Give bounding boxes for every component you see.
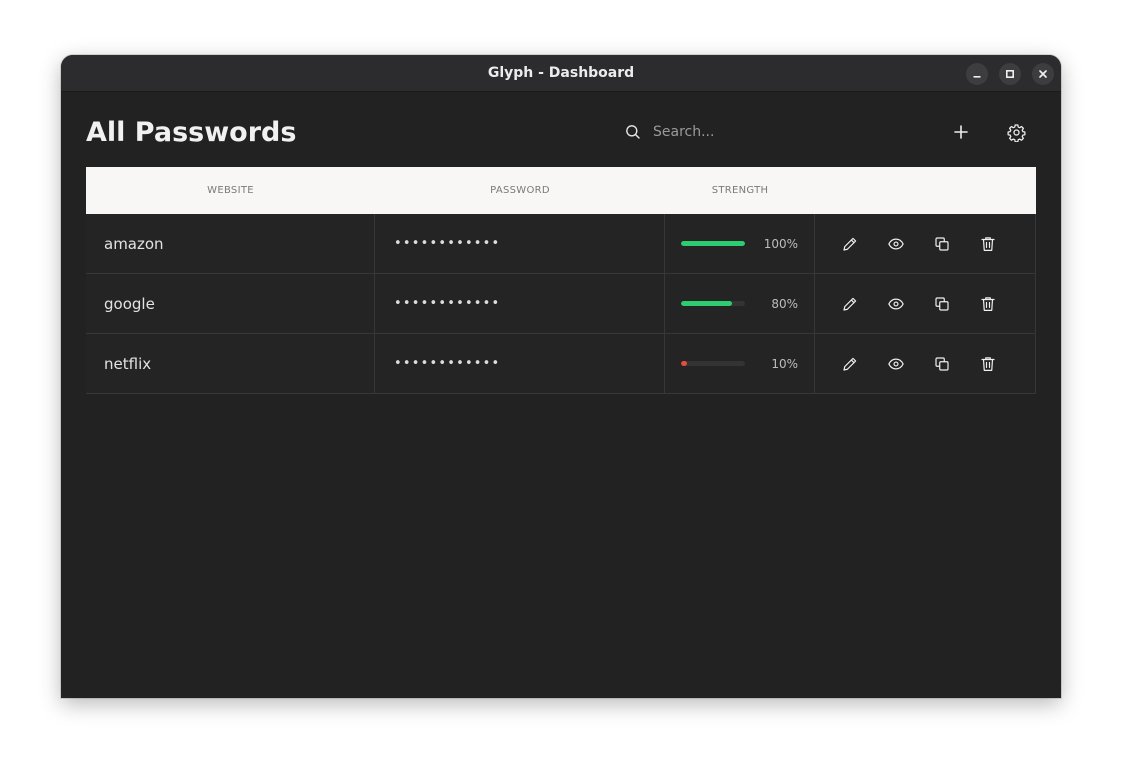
column-header-password[interactable]: PASSWORD <box>375 167 665 214</box>
search-icon <box>626 125 640 139</box>
show-password-button[interactable] <box>882 230 910 258</box>
password-cell: •••••••••••• <box>375 274 665 333</box>
actions-cell <box>815 334 1036 393</box>
show-password-button[interactable] <box>882 290 910 318</box>
copy-button[interactable] <box>928 350 956 378</box>
password-cell: •••••••••••• <box>375 334 665 393</box>
strength-percent: 100% <box>763 236 798 251</box>
copy-icon <box>935 237 949 251</box>
add-password-button[interactable] <box>946 117 976 147</box>
edit-button[interactable] <box>836 350 864 378</box>
copy-button[interactable] <box>928 230 956 258</box>
strength-bar-fill <box>681 241 745 246</box>
minimize-icon <box>973 76 981 78</box>
strength-bar <box>681 241 745 246</box>
actions-cell <box>815 214 1036 273</box>
strength-percent: 80% <box>771 296 798 311</box>
close-button[interactable] <box>1032 63 1054 85</box>
edit-button[interactable] <box>836 290 864 318</box>
plus-icon <box>954 125 968 139</box>
copy-icon <box>935 297 949 311</box>
eye-icon <box>888 358 904 370</box>
titlebar[interactable]: Glyph - Dashboard <box>61 55 1061 92</box>
website-cell: google <box>86 274 375 333</box>
column-header-website[interactable]: WEBSITE <box>86 167 375 214</box>
delete-button[interactable] <box>974 350 1002 378</box>
actions-cell <box>815 274 1036 333</box>
copy-button[interactable] <box>928 290 956 318</box>
password-mask: •••••••••••• <box>394 356 501 371</box>
table-row: google •••••••••••• 80% <box>86 274 1036 334</box>
delete-button[interactable] <box>974 290 1002 318</box>
strength-cell: 100% <box>665 214 815 273</box>
pencil-icon <box>843 357 857 371</box>
website-cell: netflix <box>86 334 375 393</box>
edit-button[interactable] <box>836 230 864 258</box>
password-cell: •••••••••••• <box>375 214 665 273</box>
table-body: amazon •••••••••••• 100% google ••••••••… <box>86 214 1036 394</box>
page-title: All Passwords <box>86 117 297 148</box>
window-title: Glyph - Dashboard <box>487 65 635 81</box>
strength-cell: 10% <box>665 334 815 393</box>
trash-icon <box>981 297 995 311</box>
eye-icon <box>888 238 904 250</box>
search-input[interactable] <box>653 117 903 147</box>
settings-button[interactable] <box>1001 117 1031 147</box>
strength-bar <box>681 301 745 306</box>
eye-icon <box>888 298 904 310</box>
passwords-table: WEBSITE PASSWORD STRENGTH amazon •••••••… <box>86 167 1036 394</box>
trash-icon <box>981 357 995 371</box>
website-name: netflix <box>104 354 152 373</box>
table-row: netflix •••••••••••• 10% <box>86 334 1036 394</box>
strength-cell: 80% <box>665 274 815 333</box>
delete-button[interactable] <box>974 230 1002 258</box>
app-window: Glyph - Dashboard All Passwords Search..… <box>61 55 1061 698</box>
strength-bar-fill <box>681 361 688 366</box>
close-icon <box>1039 70 1047 78</box>
strength-percent: 10% <box>771 356 798 371</box>
website-name: google <box>104 294 155 313</box>
pencil-icon <box>843 237 857 251</box>
strength-bar <box>681 361 745 366</box>
gear-icon <box>1006 123 1026 142</box>
copy-icon <box>935 357 949 371</box>
website-name: amazon <box>104 234 164 253</box>
minimize-button[interactable] <box>966 63 988 85</box>
show-password-button[interactable] <box>882 350 910 378</box>
search-bar[interactable] <box>621 117 911 147</box>
website-cell: amazon <box>86 214 375 273</box>
trash-icon <box>981 237 995 251</box>
table-header: WEBSITE PASSWORD STRENGTH <box>86 167 1036 214</box>
pencil-icon <box>843 297 857 311</box>
column-header-strength[interactable]: STRENGTH <box>665 167 815 214</box>
password-mask: •••••••••••• <box>394 296 501 311</box>
maximize-icon <box>1005 69 1015 79</box>
strength-bar-fill <box>681 301 733 306</box>
maximize-button[interactable] <box>999 63 1021 85</box>
table-row: amazon •••••••••••• 100% <box>86 214 1036 274</box>
password-mask: •••••••••••• <box>394 236 501 251</box>
